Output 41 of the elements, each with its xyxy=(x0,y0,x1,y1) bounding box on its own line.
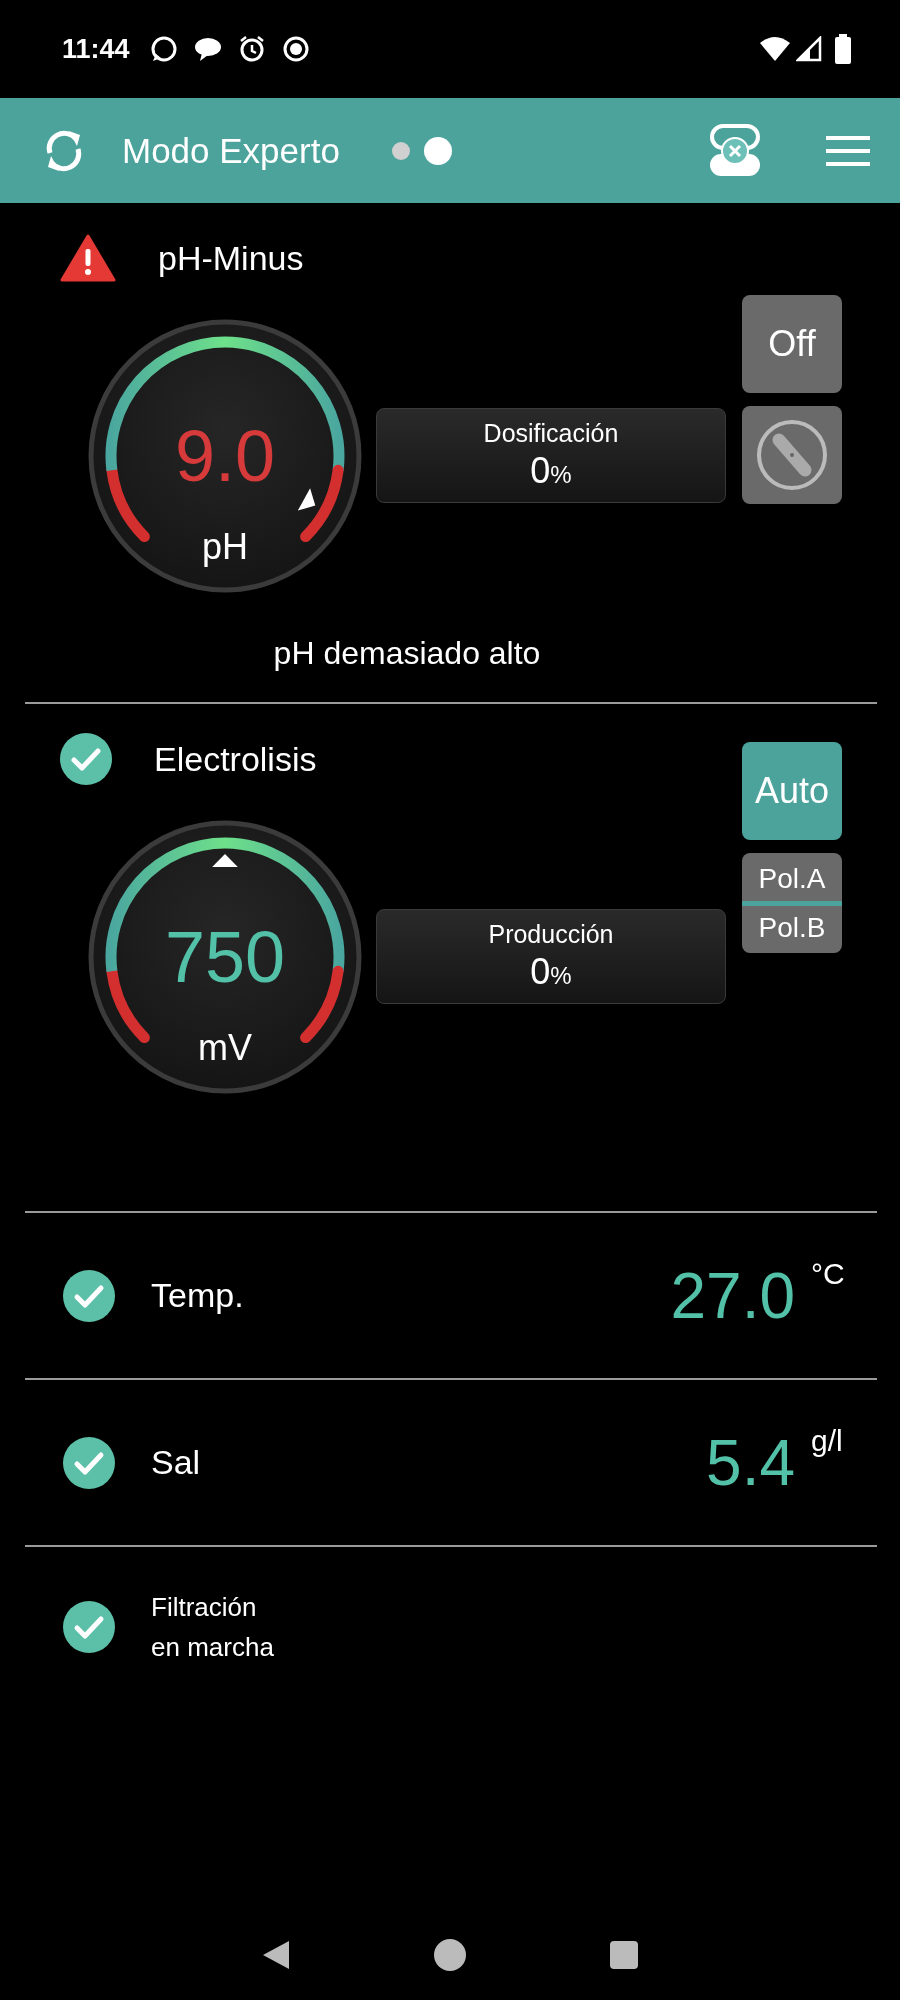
polarity-button[interactable]: Pol.A Pol.B xyxy=(742,853,842,953)
gauge-unit: pH xyxy=(202,526,248,567)
menu-icon[interactable] xyxy=(824,134,872,167)
pointer-triangle xyxy=(212,854,238,867)
signal-icon xyxy=(796,36,822,62)
pump-icon xyxy=(755,418,829,492)
reading-label: Temp. xyxy=(151,1276,245,1315)
controller-name: pH-Minus xyxy=(158,238,304,278)
info-label: Dosificación xyxy=(483,419,619,448)
chat-bubble-icon xyxy=(149,35,178,63)
reading-unit: °C xyxy=(810,1257,846,1291)
screen-title: Modo Experto xyxy=(122,130,340,171)
pointer-triangle xyxy=(297,488,316,511)
message-icon xyxy=(193,36,222,62)
page-dot[interactable] xyxy=(423,136,452,165)
circle-icon xyxy=(281,35,310,63)
reading-unit: g/l xyxy=(810,1424,844,1458)
alarm-message: pH demasiado alto xyxy=(272,635,542,672)
gauge-value: 750 xyxy=(164,917,286,997)
reading-value: 5.4 xyxy=(705,1425,795,1500)
clock-time: 11:44 xyxy=(62,33,130,65)
gauge-value: 9.0 xyxy=(174,416,276,496)
wifi-icon xyxy=(760,37,790,61)
mode-button[interactable]: Auto xyxy=(742,742,842,840)
info-label: Producción xyxy=(488,920,614,949)
recents-icon[interactable] xyxy=(609,1940,639,1970)
home-icon[interactable] xyxy=(433,1938,467,1972)
pump-button[interactable] xyxy=(742,406,842,504)
filtration-status: Filtración en marcha xyxy=(151,1591,274,1664)
reading-value: 27.0 xyxy=(669,1258,795,1333)
gauge-unit: mV xyxy=(198,1027,252,1068)
polarity-label: Pol.B xyxy=(758,910,826,945)
info-value: 0% xyxy=(530,450,572,492)
reading-label: Sal xyxy=(151,1443,202,1482)
controller-name: Electrolisis xyxy=(154,739,317,779)
info-value: 0% xyxy=(530,951,572,993)
mode-button[interactable]: Off xyxy=(742,295,842,393)
polarity-label: Pol.A xyxy=(758,861,826,896)
battery-icon xyxy=(834,34,852,64)
back-icon[interactable] xyxy=(261,1939,291,1971)
page-dot[interactable] xyxy=(391,141,410,160)
